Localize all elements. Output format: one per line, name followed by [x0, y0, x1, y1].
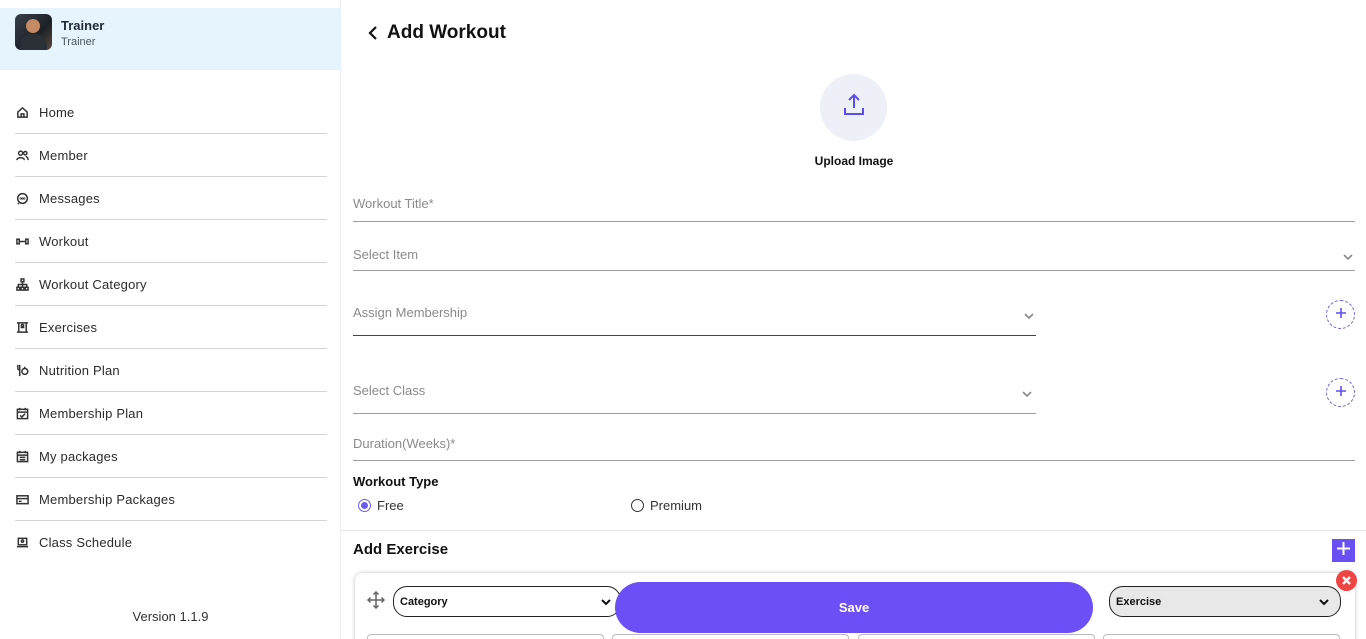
sidebar-item-membership-packages[interactable]: Membership Packages: [15, 478, 327, 521]
back-arrow-icon[interactable]: [365, 24, 381, 42]
plus-icon: [1336, 541, 1351, 561]
app-version: Version 1.1.9: [132, 609, 209, 624]
exercise-field[interactable]: [1103, 634, 1340, 639]
sidebar-item-label: Membership Plan: [39, 405, 144, 421]
add-class-button[interactable]: [1326, 378, 1355, 407]
chevron-down-icon: [600, 596, 612, 608]
main-content: Add Workout Upload Image Workout Title* …: [341, 0, 1366, 639]
sidebar-nav: Home Member Messages Workout Workout Cat…: [15, 91, 327, 564]
exercise-select-value: Exercise: [1116, 595, 1162, 608]
workout-type-free-radio[interactable]: Free: [358, 498, 404, 513]
category-select-value: Category: [400, 595, 448, 608]
chevron-down-icon: [1343, 249, 1353, 261]
sidebar-item-label: Exercises: [39, 319, 98, 335]
exercise-icon: [15, 320, 29, 334]
calendar-list-icon: [15, 449, 29, 463]
sidebar-item-membership-plan[interactable]: Membership Plan: [15, 392, 327, 435]
select-item-dropdown[interactable]: Select Item: [353, 238, 1355, 271]
add-membership-button[interactable]: [1326, 300, 1355, 329]
save-button[interactable]: Save: [615, 582, 1093, 633]
category-select[interactable]: Category: [393, 586, 621, 617]
radio-label: Premium: [650, 498, 703, 513]
sidebar-item-my-packages[interactable]: My packages: [15, 435, 327, 478]
profile-name: Trainer: [61, 18, 105, 33]
remove-exercise-button[interactable]: [1336, 570, 1357, 591]
assign-membership-placeholder: Assign Membership: [353, 305, 468, 320]
sidebar-item-nutrition-plan[interactable]: Nutrition Plan: [15, 349, 327, 392]
exercise-field[interactable]: [612, 634, 849, 639]
chat-icon: [15, 191, 29, 205]
sidebar-item-label: Member: [39, 147, 88, 163]
plus-icon: [1335, 306, 1347, 324]
exercise-field[interactable]: [367, 634, 604, 639]
page-title: Add Workout: [387, 22, 506, 43]
close-icon: [1342, 572, 1351, 590]
sidebar-item-label: My packages: [39, 448, 118, 464]
workout-type-premium-radio[interactable]: Premium: [631, 498, 702, 513]
laptop-icon: [15, 536, 29, 550]
chevron-down-icon: [1318, 596, 1330, 608]
sidebar-item-workout[interactable]: Workout: [15, 220, 327, 263]
select-item-placeholder: Select Item: [353, 246, 419, 262]
select-class-dropdown[interactable]: Select Class: [353, 368, 1036, 414]
upload-image-button[interactable]: [820, 74, 887, 141]
sidebar-item-label: Workout: [39, 233, 89, 249]
drag-handle-icon[interactable]: [366, 590, 386, 610]
page-header: Add Workout: [365, 22, 506, 44]
add-exercise-title: Add Exercise: [353, 541, 449, 558]
hierarchy-icon: [15, 277, 29, 291]
assign-membership-dropdown[interactable]: Assign Membership: [353, 290, 1036, 336]
radio-checked-icon: [358, 499, 371, 512]
sidebar-item-label: Home: [39, 104, 75, 120]
sidebar-item-home[interactable]: Home: [15, 91, 327, 134]
workout-title-field[interactable]: Workout Title*: [353, 186, 1355, 222]
sidebar-item-member[interactable]: Member: [15, 134, 327, 177]
duration-weeks-field[interactable]: Duration(Weeks)*: [353, 426, 1355, 461]
plus-icon: [1335, 384, 1347, 402]
sidebar-item-class-schedule[interactable]: Class Schedule: [15, 521, 327, 564]
dumbbell-icon: [15, 234, 29, 248]
upload-icon: [840, 91, 868, 124]
upload-image-label: Upload Image: [814, 154, 894, 168]
radio-unchecked-icon: [631, 499, 644, 512]
radio-label: Free: [377, 498, 404, 513]
sidebar: Trainer Trainer Home Member Messages Wor…: [0, 0, 341, 639]
duration-placeholder: Duration(Weeks)*: [353, 435, 456, 451]
sidebar-item-label: Messages: [39, 190, 100, 206]
sidebar-item-label: Nutrition Plan: [39, 362, 120, 378]
exercise-field[interactable]: [858, 634, 1095, 639]
exercise-select[interactable]: Exercise: [1109, 586, 1341, 617]
nutrition-icon: [15, 363, 29, 377]
sidebar-item-exercises[interactable]: Exercises: [15, 306, 327, 349]
divider: [341, 530, 1366, 531]
calendar-check-icon: [15, 406, 29, 420]
chevron-down-icon: [1022, 386, 1032, 397]
sidebar-item-workout-category[interactable]: Workout Category: [15, 263, 327, 306]
home-icon: [15, 105, 29, 119]
users-icon: [15, 148, 29, 162]
sidebar-item-label: Workout Category: [39, 276, 147, 292]
profile-card[interactable]: Trainer Trainer: [0, 8, 341, 70]
card-icon: [15, 492, 29, 506]
avatar: [15, 14, 52, 50]
workout-title-placeholder: Workout Title*: [353, 196, 434, 211]
add-exercise-button[interactable]: [1332, 539, 1355, 562]
workout-type-label: Workout Type: [353, 474, 439, 489]
sidebar-item-messages[interactable]: Messages: [15, 177, 327, 220]
sidebar-item-label: Membership Packages: [39, 491, 176, 507]
sidebar-item-label: Class Schedule: [39, 535, 133, 550]
chevron-down-icon: [1024, 308, 1034, 319]
select-class-placeholder: Select Class: [353, 383, 426, 398]
profile-role: Trainer: [61, 36, 96, 48]
